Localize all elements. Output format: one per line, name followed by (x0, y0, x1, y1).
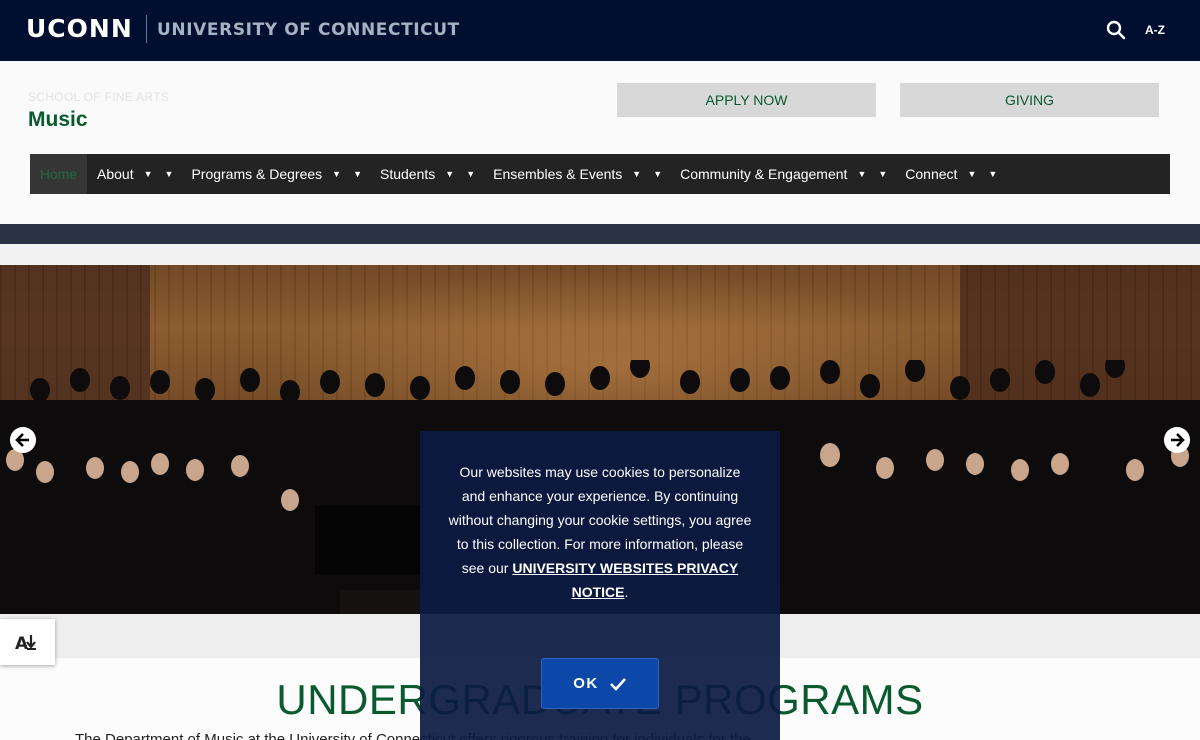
caret-down-icon[interactable]: ▼ (445, 169, 454, 179)
caret-down-icon[interactable]: ▼ (332, 169, 341, 179)
accessibility-download-icon: A (15, 634, 36, 654)
nav-item-label: Ensembles & Events (493, 166, 623, 182)
caret-down-icon[interactable]: ▼ (165, 169, 174, 179)
nav-item-label: Community & Engagement (680, 166, 848, 182)
caret-down-icon[interactable]: ▼ (988, 169, 997, 179)
nav-item-label: Students (380, 166, 436, 182)
checkmark-icon (609, 677, 626, 691)
caret-down-icon[interactable]: ▼ (353, 169, 362, 179)
svg-text:A: A (15, 634, 29, 654)
search-icon[interactable] (1106, 20, 1126, 40)
apply-now-button[interactable]: APPLY NOW (617, 83, 876, 117)
cookie-message-end: . (624, 584, 629, 600)
main-nav: Home About ▼ ▼ Programs & Degrees ▼ ▼ St… (30, 154, 1170, 194)
ok-label: OK (573, 675, 599, 692)
nav-item-programs-degrees[interactable]: Programs & Degrees ▼ ▼ (181, 154, 362, 194)
nav-item-connect[interactable]: Connect ▼ ▼ (895, 154, 997, 194)
university-name-link[interactable]: UNIVERSITY OF CONNECTICUT (157, 20, 460, 40)
spacer (0, 244, 1200, 265)
cookie-consent-banner: Our websites may use cookies to personal… (420, 431, 780, 740)
nav-item-students[interactable]: Students ▼ ▼ (370, 154, 475, 194)
slate-divider (0, 224, 1200, 244)
nav-item-ensembles-events[interactable]: Ensembles & Events ▼ ▼ (483, 154, 662, 194)
nav-item-label: About (97, 166, 134, 182)
caret-down-icon[interactable]: ▼ (967, 169, 976, 179)
caret-down-icon[interactable]: ▼ (466, 169, 475, 179)
cookie-message: Our websites may use cookies to personal… (448, 460, 752, 604)
caret-down-icon[interactable]: ▼ (144, 169, 153, 179)
arrow-right-icon[interactable] (1164, 427, 1190, 453)
caret-down-icon[interactable]: ▼ (857, 169, 866, 179)
accessibility-button[interactable]: A (0, 619, 55, 665)
logo-divider (146, 15, 147, 43)
site-header: SCHOOL OF FINE ARTS Music APPLY NOW GIVI… (0, 61, 1200, 224)
a-z-index-link[interactable]: A-Z (1145, 23, 1165, 37)
arrow-left-icon[interactable] (10, 427, 36, 453)
school-label[interactable]: SCHOOL OF FINE ARTS (28, 90, 169, 104)
global-header: UCONN UNIVERSITY OF CONNECTICUT A-Z (0, 0, 1200, 61)
caret-down-icon[interactable]: ▼ (878, 169, 887, 179)
caret-down-icon[interactable]: ▼ (632, 169, 641, 179)
nav-item-home[interactable]: Home (30, 154, 87, 194)
site-title[interactable]: Music (28, 108, 88, 132)
uconn-logo[interactable]: UCONN (26, 14, 133, 43)
caret-down-icon[interactable]: ▼ (653, 169, 662, 179)
nav-item-label: Programs & Degrees (191, 166, 323, 182)
nav-item-community-engagement[interactable]: Community & Engagement ▼ ▼ (670, 154, 887, 194)
nav-item-about[interactable]: About ▼ ▼ (87, 154, 173, 194)
nav-item-label: Connect (905, 166, 958, 182)
giving-button[interactable]: GIVING (900, 83, 1159, 117)
cookie-ok-button[interactable]: OK (541, 658, 659, 709)
